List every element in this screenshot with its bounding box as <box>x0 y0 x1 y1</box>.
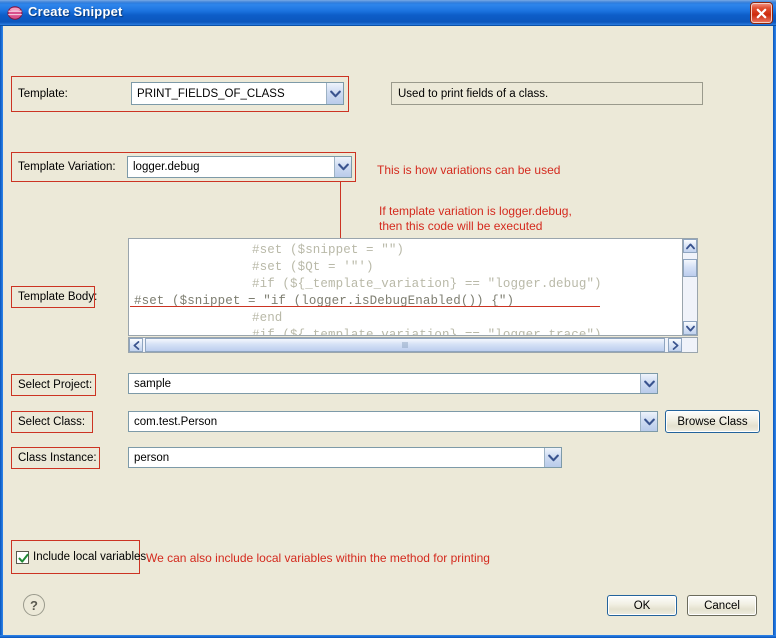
annotation-debug-line1: If template variation is logger.debug, <box>379 204 572 218</box>
select-project-value: sample <box>134 377 172 390</box>
code-line-2: #if (${_template_variation} == "logger.d… <box>252 277 602 291</box>
scroll-left-icon[interactable] <box>129 338 143 352</box>
template-body-label: Template Body: <box>18 291 98 303</box>
chevron-down-icon[interactable] <box>640 412 657 431</box>
cancel-button[interactable]: Cancel <box>687 595 757 616</box>
chevron-down-icon[interactable] <box>326 83 343 104</box>
template-combo[interactable]: PRINT_FIELDS_OF_CLASS <box>131 82 344 105</box>
grip-icon <box>402 342 407 348</box>
select-class-value: com.test.Person <box>134 415 218 428</box>
template-variation-combo[interactable]: logger.debug <box>127 156 352 178</box>
code-highlight-underline <box>130 306 600 307</box>
template-variation-label: Template Variation: <box>18 161 116 173</box>
code-horizontal-scrollbar[interactable] <box>128 337 698 353</box>
select-project-label: Select Project: <box>18 379 93 391</box>
browse-class-button[interactable]: Browse Class <box>665 410 760 433</box>
scrollbar-thumb-vertical[interactable] <box>683 259 697 277</box>
window-titlebar[interactable]: Create Snippet <box>0 0 776 26</box>
code-line-0: #set ($snippet = "") <box>252 243 405 257</box>
close-icon[interactable] <box>751 3 772 23</box>
class-instance-label: Class Instance: <box>18 452 97 464</box>
annotation-variations: This is how variations can be used <box>377 163 561 177</box>
chevron-down-icon[interactable] <box>334 157 351 177</box>
annotation-debug-line2: then this code will be executed <box>379 219 543 233</box>
scrollbar-thumb-horizontal[interactable] <box>145 338 665 352</box>
template-body-editor[interactable]: #set ($snippet = "") #set ($Qt = '"') #i… <box>128 238 692 336</box>
chevron-down-icon[interactable] <box>640 374 657 393</box>
help-icon[interactable]: ? <box>23 594 45 616</box>
select-class-combo[interactable]: com.test.Person <box>128 411 658 432</box>
code-line-4: #end <box>252 311 283 325</box>
class-instance-value: person <box>134 451 170 464</box>
include-local-variables-row[interactable]: Include local variables <box>16 548 146 566</box>
snippet-globe-icon <box>7 5 23 21</box>
include-local-variables-label: Include local variables <box>33 551 147 563</box>
annotation-local-vars: We can also include local variables with… <box>146 551 490 565</box>
template-description-text: Used to print fields of a class. <box>398 87 549 100</box>
template-label: Template: <box>18 88 68 100</box>
scroll-right-icon[interactable] <box>668 338 682 352</box>
select-project-combo[interactable]: sample <box>128 373 658 394</box>
ok-button[interactable]: OK <box>607 595 677 616</box>
template-combo-value: PRINT_FIELDS_OF_CLASS <box>137 87 285 100</box>
template-variation-combo-value: logger.debug <box>133 161 200 173</box>
chevron-down-icon[interactable] <box>544 448 561 467</box>
scroll-up-icon[interactable] <box>683 239 697 253</box>
code-line-5: #if (${_template_variation} == "logger.t… <box>252 328 602 336</box>
window-title: Create Snippet <box>28 4 123 19</box>
code-vertical-scrollbar[interactable] <box>682 238 698 336</box>
select-class-label: Select Class: <box>18 416 86 428</box>
class-instance-combo[interactable]: person <box>128 447 562 468</box>
code-line-1: #set ($Qt = '"') <box>252 260 374 274</box>
include-local-variables-checkbox[interactable] <box>16 550 29 564</box>
scroll-down-icon[interactable] <box>683 321 697 335</box>
dialog-body: Template: PRINT_FIELDS_OF_CLASS Used to … <box>3 26 773 632</box>
template-description-box: Used to print fields of a class. <box>391 82 703 105</box>
create-snippet-dialog: Create Snippet Template: PRINT_FIELDS_OF… <box>0 0 776 638</box>
